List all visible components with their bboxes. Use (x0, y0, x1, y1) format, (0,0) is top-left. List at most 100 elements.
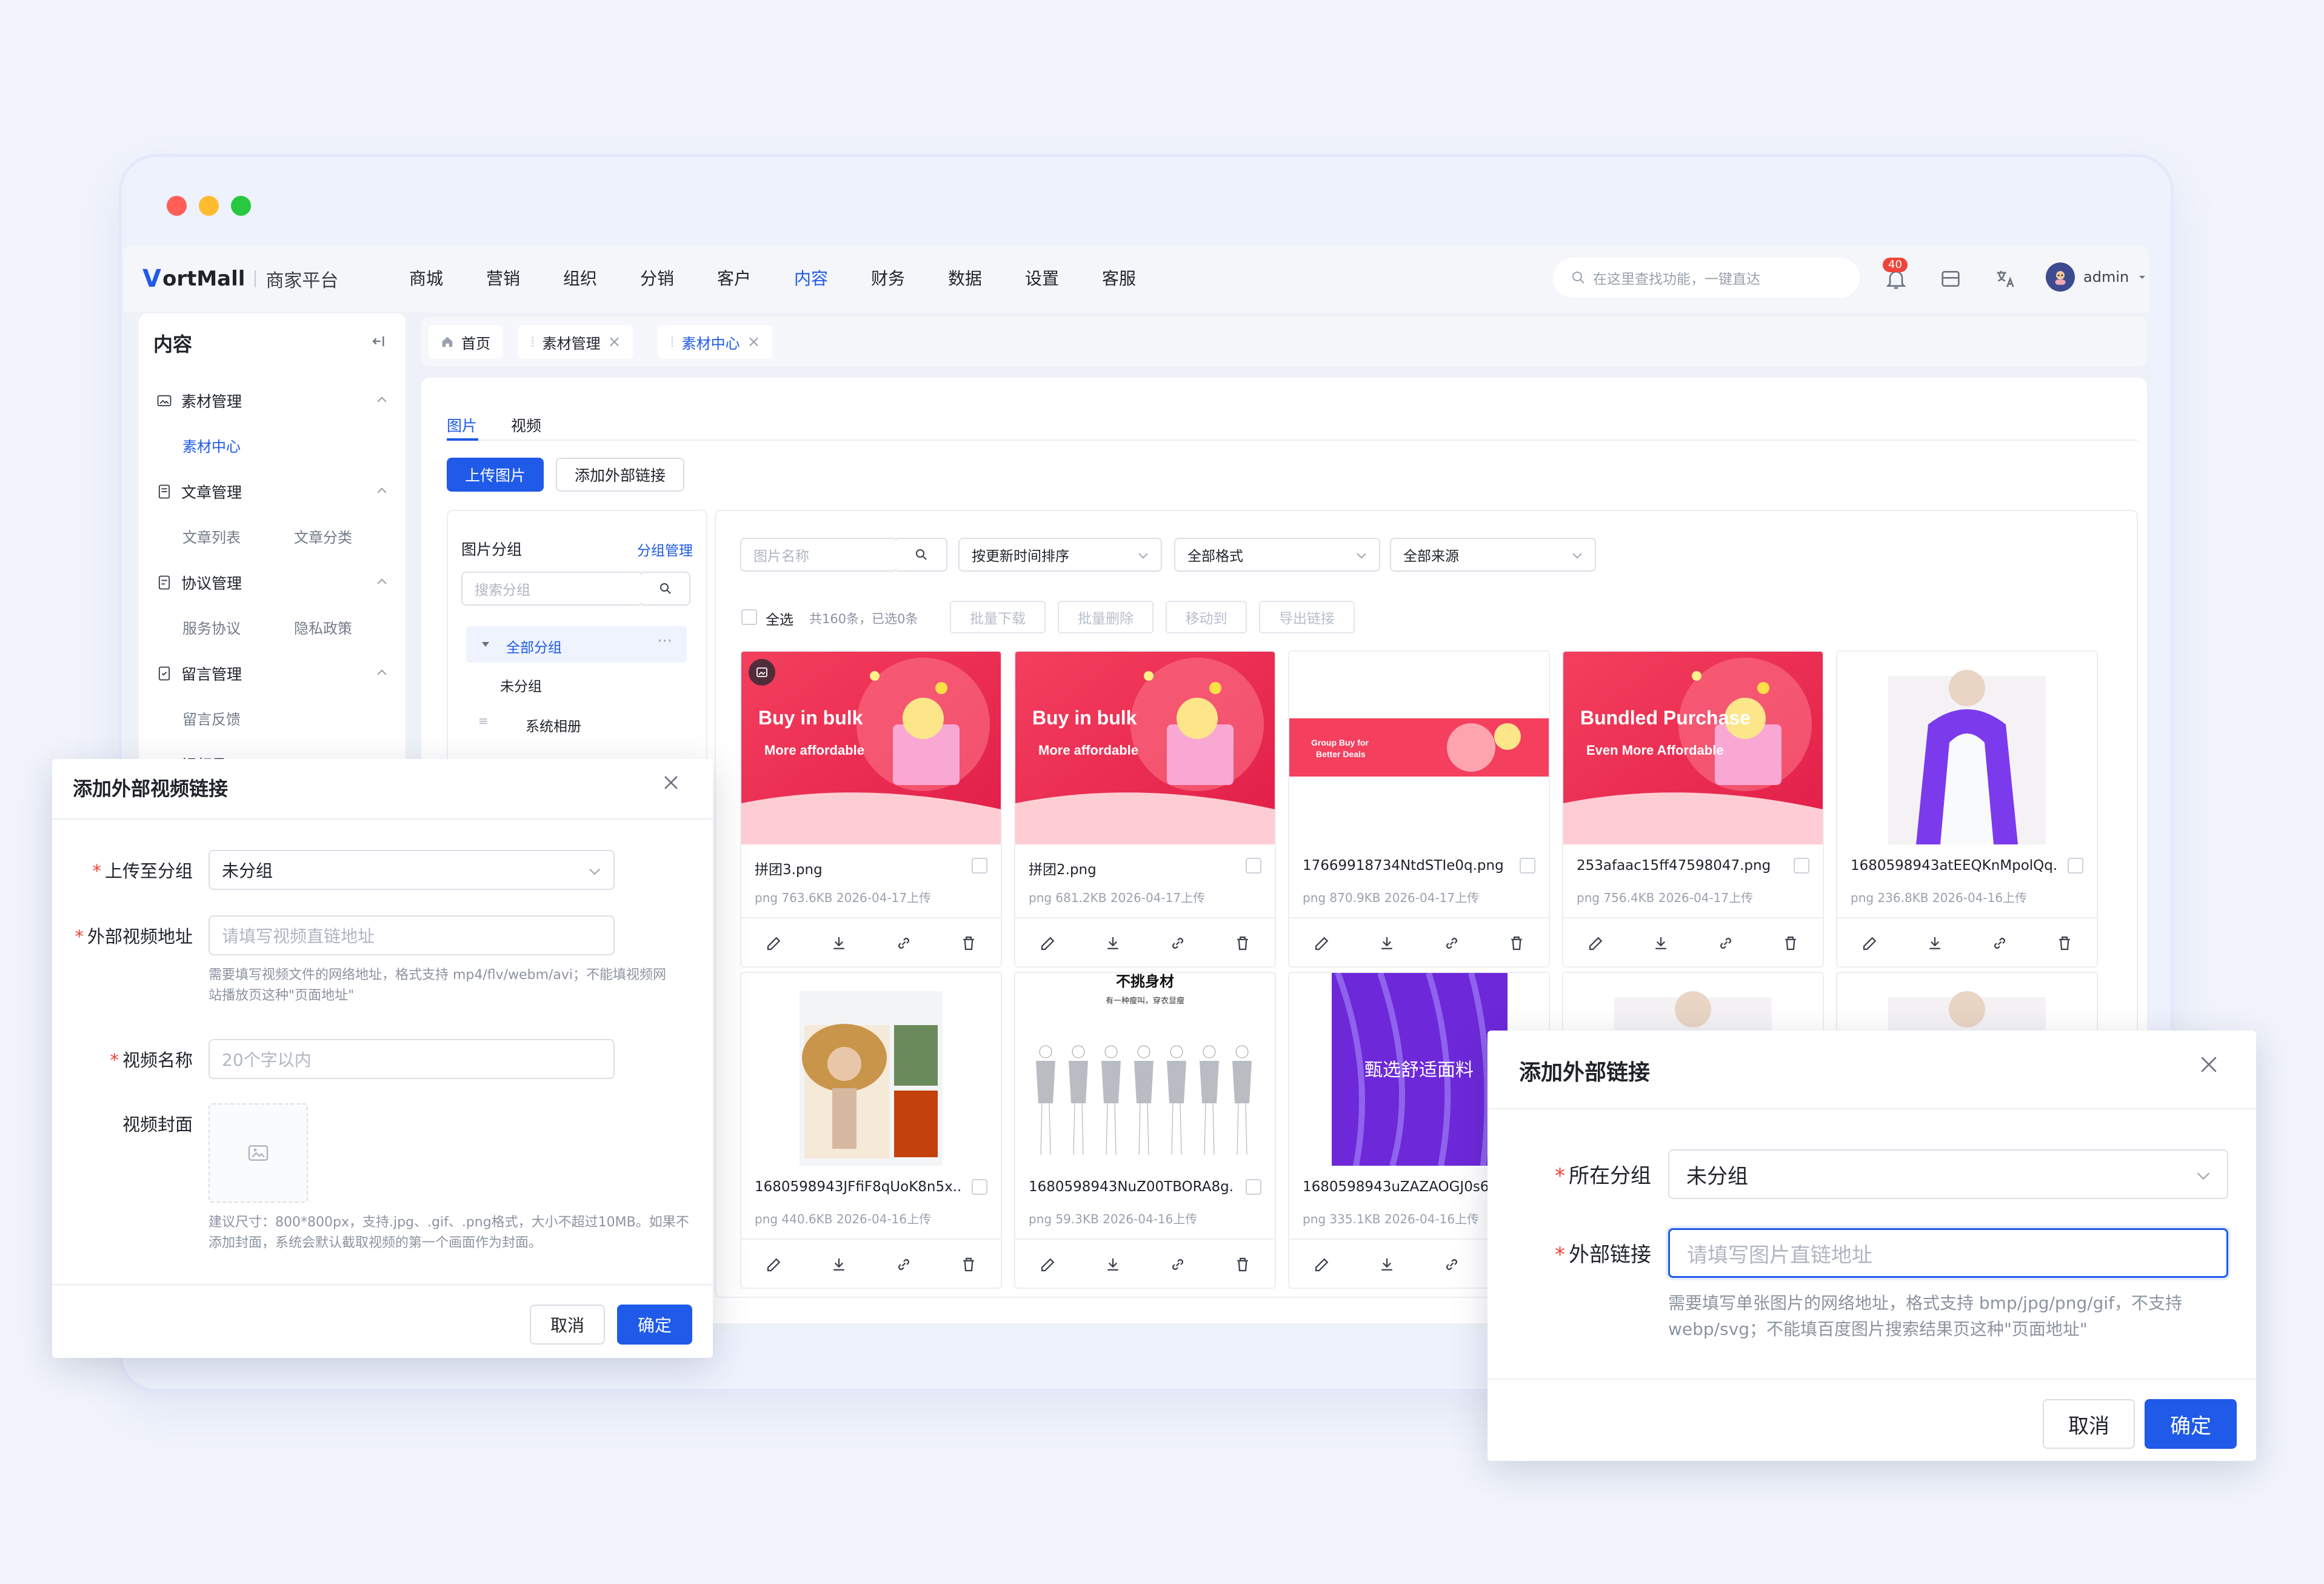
external-link-input[interactable]: 请填写图片直链地址 (1668, 1228, 2228, 1278)
edit-icon[interactable] (1587, 934, 1605, 952)
image-thumbnail[interactable]: Buy in bulk More affordable (741, 652, 1001, 844)
bulk-download-button[interactable]: 批量下载 (950, 601, 1046, 633)
cancel-button[interactable]: 取消 (2043, 1399, 2135, 1449)
chevron-up-icon[interactable] (375, 484, 389, 498)
group-item-ungrouped[interactable]: 未分组 (500, 675, 542, 695)
delete-icon[interactable] (1234, 1255, 1252, 1274)
sidebar-item-feedback[interactable]: 留言反馈 (182, 707, 241, 729)
link-icon[interactable] (895, 1255, 913, 1274)
edit-icon[interactable] (765, 1255, 783, 1274)
close-icon[interactable]: × (747, 333, 761, 351)
download-icon[interactable] (1104, 1255, 1122, 1274)
edit-icon[interactable] (1313, 1255, 1331, 1274)
menu-item-content[interactable]: 内容 (794, 264, 871, 294)
link-icon[interactable] (1169, 934, 1187, 952)
sidebar-item-privacy[interactable]: 隐私政策 (294, 617, 352, 638)
delete-icon[interactable] (1234, 934, 1252, 952)
tab-videos[interactable]: 视频 (511, 414, 541, 436)
minimize-window-dot[interactable] (199, 196, 219, 216)
image-select-checkbox[interactable] (1794, 858, 1809, 874)
delete-icon[interactable] (1508, 934, 1526, 952)
chevron-up-icon[interactable] (375, 666, 389, 680)
download-icon[interactable] (830, 934, 848, 952)
delete-icon[interactable] (2055, 934, 2074, 952)
store-icon[interactable] (1938, 267, 1963, 291)
tab-material-center[interactable]: ⁞ 素材中心 × (658, 325, 773, 359)
link-icon[interactable] (1991, 934, 2009, 952)
move-to-button[interactable]: 移动到 (1166, 601, 1247, 633)
image-thumbnail[interactable]: Bundled Purchase Even More Affordable (1563, 652, 1823, 844)
chevron-up-icon[interactable] (375, 393, 389, 407)
more-icon[interactable]: ··· (657, 632, 672, 650)
select-all-checkbox[interactable] (741, 609, 757, 625)
confirm-button[interactable]: 确定 (2145, 1399, 2237, 1449)
group-item-all[interactable]: 全部分组 ··· (466, 626, 687, 663)
image-select-checkbox[interactable] (1520, 858, 1535, 874)
download-icon[interactable] (1652, 934, 1670, 952)
image-thumbnail[interactable]: Buy in bulk More affordable (1015, 652, 1275, 844)
sidebar-item-article-list[interactable]: 文章列表 (182, 526, 241, 547)
image-card[interactable]: 1680598943JFfiF8qUoK8n5x... png 440.6KB 2… (740, 972, 1002, 1289)
export-links-button[interactable]: 导出链接 (1259, 601, 1355, 633)
download-icon[interactable] (830, 1255, 848, 1274)
menu-item-service[interactable]: 客服 (1102, 264, 1179, 294)
image-card[interactable]: Buy in bulk More affordable 拼团2.png png 681… (1014, 650, 1276, 967)
maximize-window-dot[interactable] (231, 196, 251, 216)
delete-icon[interactable] (1781, 934, 1800, 952)
delete-icon[interactable] (960, 1255, 978, 1274)
sidebar-section-article[interactable]: 文章管理 (156, 481, 242, 503)
sidebar-section-material[interactable]: 素材管理 (156, 390, 242, 412)
download-icon[interactable] (1378, 1255, 1396, 1274)
image-search-button[interactable] (897, 538, 947, 572)
close-icon[interactable]: × (608, 333, 621, 351)
group-search-button[interactable] (642, 572, 690, 606)
menu-item-data[interactable]: 数据 (948, 264, 1025, 294)
image-thumbnail[interactable] (741, 973, 1001, 1166)
image-name-input[interactable]: 图片名称 (740, 538, 898, 572)
translate-icon[interactable] (1993, 267, 2017, 291)
link-icon[interactable] (1169, 1255, 1187, 1274)
link-icon[interactable] (1443, 934, 1461, 952)
group-select[interactable]: 未分组 (209, 850, 615, 890)
download-icon[interactable] (1104, 934, 1122, 952)
image-card[interactable]: Buy in bulk More affordable 拼团3.png png 763… (740, 650, 1002, 967)
source-select[interactable]: 全部来源 (1390, 538, 1596, 572)
cover-upload[interactable] (209, 1103, 308, 1203)
image-select-checkbox[interactable] (972, 858, 987, 874)
menu-item-mall[interactable]: 商城 (409, 264, 486, 294)
sidebar-section-message[interactable]: 留言管理 (156, 663, 242, 684)
sidebar-item-material-center[interactable]: 素材中心 (182, 435, 241, 456)
image-card[interactable]: 1680598943atEEQKnMpolQq... png 236.8KB 20… (1836, 650, 2098, 967)
sidebar-item-article-category[interactable]: 文章分类 (294, 526, 352, 547)
upload-image-button[interactable]: 上传图片 (447, 458, 544, 492)
collapse-sidebar-icon[interactable] (369, 333, 386, 350)
image-select-checkbox[interactable] (1246, 858, 1261, 874)
image-card[interactable]: Bundled Purchase Even More Affordable 253a… (1562, 650, 1824, 967)
image-thumbnail[interactable]: Group Buy for Better Deals (1289, 652, 1549, 844)
download-icon[interactable] (1926, 934, 1944, 952)
tab-images[interactable]: 图片 (447, 414, 477, 436)
brand-logo[interactable]: V ortMall 商家平台 (142, 264, 338, 294)
edit-icon[interactable] (765, 934, 783, 952)
global-search-input[interactable]: 在这里查找功能，一键直达 (1553, 258, 1860, 298)
video-name-input[interactable]: 20个字以内 (209, 1039, 615, 1079)
link-icon[interactable] (895, 934, 913, 952)
image-thumbnail[interactable]: 不挑身材 有一种瘦叫，穿衣显瘦 (1015, 973, 1275, 1166)
menu-item-distribution[interactable]: 分销 (640, 264, 717, 294)
drag-handle-icon[interactable]: ≡ (478, 713, 489, 728)
close-window-dot[interactable] (167, 196, 187, 216)
menu-item-marketing[interactable]: 营销 (486, 264, 563, 294)
download-icon[interactable] (1378, 934, 1396, 952)
bulk-delete-button[interactable]: 批量删除 (1058, 601, 1154, 633)
group-manage-link[interactable]: 分组管理 (637, 539, 693, 560)
image-select-checkbox[interactable] (2068, 858, 2083, 874)
edit-icon[interactable] (1039, 934, 1057, 952)
add-external-link-button[interactable]: 添加外部链接 (556, 458, 684, 492)
tab-home[interactable]: 首页 (429, 325, 503, 359)
group-search-input[interactable]: 搜索分组 (461, 572, 643, 606)
close-icon[interactable] (2197, 1052, 2221, 1077)
user-menu[interactable]: admin (2046, 262, 2147, 292)
menu-item-settings[interactable]: 设置 (1025, 264, 1102, 294)
image-select-checkbox[interactable] (1246, 1179, 1261, 1195)
edit-icon[interactable] (1039, 1255, 1057, 1274)
